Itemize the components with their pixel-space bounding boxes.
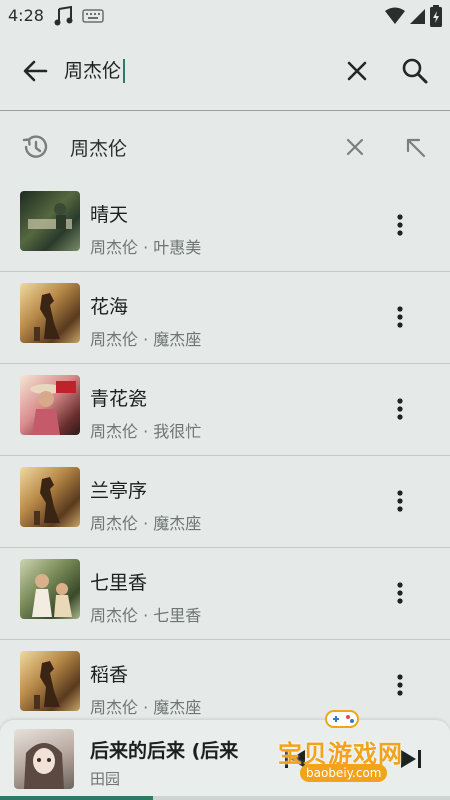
- song-subtitle: 周杰伦 · 我很忙: [90, 422, 202, 441]
- song-row[interactable]: 七里香 周杰伦 · 七里香: [0, 548, 450, 640]
- gamepad-icon: [325, 710, 359, 728]
- song-subtitle: 周杰伦 · 魔杰座: [90, 698, 202, 717]
- close-icon[interactable]: [340, 132, 370, 162]
- more-vert-icon[interactable]: [388, 210, 412, 240]
- text-caret: [123, 59, 126, 83]
- playback-progress-bar[interactable]: [0, 796, 450, 800]
- song-subtitle: 周杰伦 · 七里香: [90, 606, 202, 625]
- music-note-icon: [54, 5, 73, 26]
- album-cover: [20, 651, 80, 711]
- search-input[interactable]: 周杰伦: [64, 54, 324, 88]
- watermark: 宝贝游戏网 baobeiy.com: [272, 708, 448, 792]
- song-title: 七里香: [90, 572, 148, 594]
- album-cover: [20, 559, 80, 619]
- history-icon: [22, 135, 48, 158]
- status-time: 4:28: [8, 6, 44, 25]
- search-icon[interactable]: [398, 54, 432, 88]
- close-icon[interactable]: [340, 54, 374, 88]
- song-list: 晴天 周杰伦 · 叶惠美 花海 周杰伦 · 魔杰座 青花瓷 周杰伦 · 我很忙 …: [0, 180, 450, 731]
- song-title: 晴天: [90, 204, 129, 226]
- search-bar: 周杰伦: [0, 32, 450, 111]
- playback-progress-fill: [0, 796, 153, 800]
- wifi-icon: [385, 7, 405, 24]
- more-vert-icon[interactable]: [388, 486, 412, 516]
- song-subtitle: 周杰伦 · 叶惠美: [90, 238, 202, 257]
- more-vert-icon[interactable]: [388, 394, 412, 424]
- album-cover: [20, 191, 80, 251]
- song-title: 稻香: [90, 664, 129, 686]
- song-title: 青花瓷: [90, 388, 148, 410]
- battery-icon: [430, 5, 442, 27]
- song-row[interactable]: 花海 周杰伦 · 魔杰座: [0, 272, 450, 364]
- status-bar: 4:28: [0, 0, 450, 32]
- arrow-left-icon[interactable]: [18, 54, 52, 88]
- album-cover: [20, 467, 80, 527]
- album-cover: [20, 375, 80, 435]
- player-artist: 田园: [90, 770, 121, 788]
- song-subtitle: 周杰伦 · 魔杰座: [90, 514, 202, 533]
- search-history-item[interactable]: 周杰伦: [0, 114, 450, 180]
- keyboard-icon: [82, 9, 104, 23]
- arrow-up-left-icon[interactable]: [400, 132, 430, 162]
- song-title: 兰亭序: [90, 480, 148, 502]
- song-row[interactable]: 晴天 周杰伦 · 叶惠美: [0, 180, 450, 272]
- more-vert-icon[interactable]: [388, 302, 412, 332]
- history-text: 周杰伦: [70, 138, 128, 160]
- player-title: 后来的后来 (后来: [90, 740, 239, 762]
- song-row[interactable]: 兰亭序 周杰伦 · 魔杰座: [0, 456, 450, 548]
- search-query: 周杰伦: [64, 60, 122, 82]
- more-vert-icon[interactable]: [388, 670, 412, 700]
- watermark-url: baobeiy.com: [300, 764, 388, 782]
- song-title: 花海: [90, 296, 129, 318]
- album-cover: [20, 283, 80, 343]
- song-row[interactable]: 青花瓷 周杰伦 · 我很忙: [0, 364, 450, 456]
- song-subtitle: 周杰伦 · 魔杰座: [90, 330, 202, 349]
- signal-icon: [410, 9, 425, 24]
- more-vert-icon[interactable]: [388, 578, 412, 608]
- player-album-cover: [14, 729, 74, 789]
